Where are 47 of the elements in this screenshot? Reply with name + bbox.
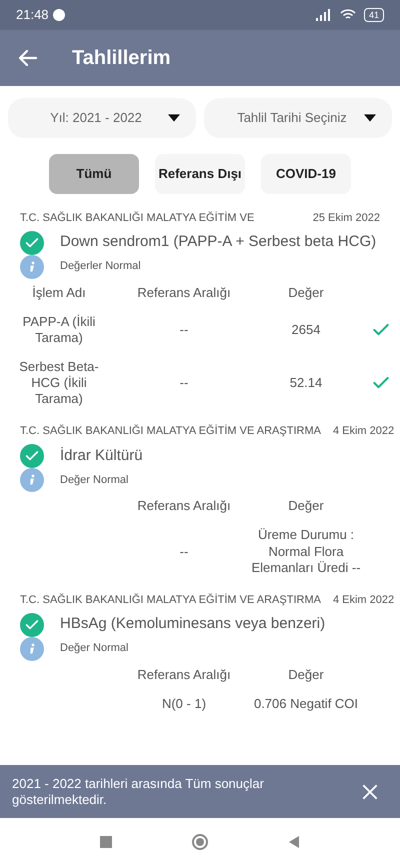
caret-icon <box>168 114 180 122</box>
column-header: Değer <box>287 284 325 302</box>
result-date: 4 Ekim 2022 <box>332 424 394 440</box>
test-title: Down sendrom1 (PAPP-A + Serbest beta HCG) <box>60 232 376 252</box>
status-time: 21:48 <box>16 6 49 24</box>
status-text: Değer Normal <box>60 641 128 656</box>
result-date: 25 Ekim 2022 <box>312 211 380 226</box>
column-header: İşlem Adı <box>31 284 87 302</box>
test-title: İdrar Kültürü <box>60 446 143 466</box>
test-title: HBsAg (Kemoluminesans veya benzeri) <box>60 614 326 634</box>
filter-tab[interactable]: Referans Dışı <box>155 154 245 194</box>
column-header: Değer <box>287 666 325 684</box>
info-icon <box>20 468 44 492</box>
caret-icon <box>364 114 376 122</box>
column-header: Referans Aralığı <box>136 496 232 515</box>
institution-name: T.C. SAĞLIK BAKANLIĞI MALATYA EĞİTİM VE ARAŞTIRMA <box>20 592 321 608</box>
column-header: Değer <box>287 496 325 515</box>
status-text: Değer Normal <box>60 472 128 488</box>
column-header: Referans Aralığı <box>136 666 232 684</box>
home-icon[interactable] <box>192 834 208 850</box>
table-cell-text: 2654 <box>290 322 322 338</box>
table-cell-text: 52.14 <box>288 374 324 391</box>
info-icon <box>20 636 44 660</box>
status-text: Değerler Normal <box>60 259 141 274</box>
institution-name: T.C. SAĞLIK BAKANLIĞI MALATYA EĞİTİM VE ARAŞTIRMA <box>20 424 321 440</box>
table-cell-text: -- <box>178 374 190 391</box>
table-cell-text: -- <box>178 322 190 338</box>
column-header: Referans Aralığı <box>136 284 232 302</box>
snackbar-message: 2021 - 2022 tarihleri arasında Tüm sonuçlar gösterilmektedir. <box>12 776 265 808</box>
table-cell-text: Serbest Beta-HCG (İkili Tarama) <box>18 358 100 408</box>
info-icon <box>20 254 44 278</box>
table-cell: Üreme Durumu : Normal Flora Elemanları Üredi -- <box>250 527 362 576</box>
signal-icon <box>316 9 332 21</box>
filter-tab[interactable]: Tümü <box>49 154 139 194</box>
table-cell-text: 0.706 Negatif COI <box>252 696 360 712</box>
table-cell-text: N(0 - 1) <box>160 696 208 712</box>
back-icon[interactable] <box>288 836 300 848</box>
battery-level: 41 <box>364 8 384 22</box>
table-cell-text: PAPP-A (İkili Tarama) <box>22 314 96 346</box>
table-cell-text: -- <box>178 544 190 560</box>
page-title: Tahlillerim <box>72 46 171 71</box>
filter-dropdown[interactable]: Yıl: 2021 - 2022 <box>8 98 196 138</box>
filter-tab[interactable]: COVID-19 <box>261 154 351 194</box>
result-date: 4 Ekim 2022 <box>332 593 394 608</box>
wifi-icon <box>340 9 356 21</box>
institution-name: T.C. SAĞLIK BAKANLIĞI MALATYA EĞİTİM VE <box>20 210 254 226</box>
filter-dropdown[interactable]: Tahlil Tarihi Seçiniz <box>204 98 392 138</box>
